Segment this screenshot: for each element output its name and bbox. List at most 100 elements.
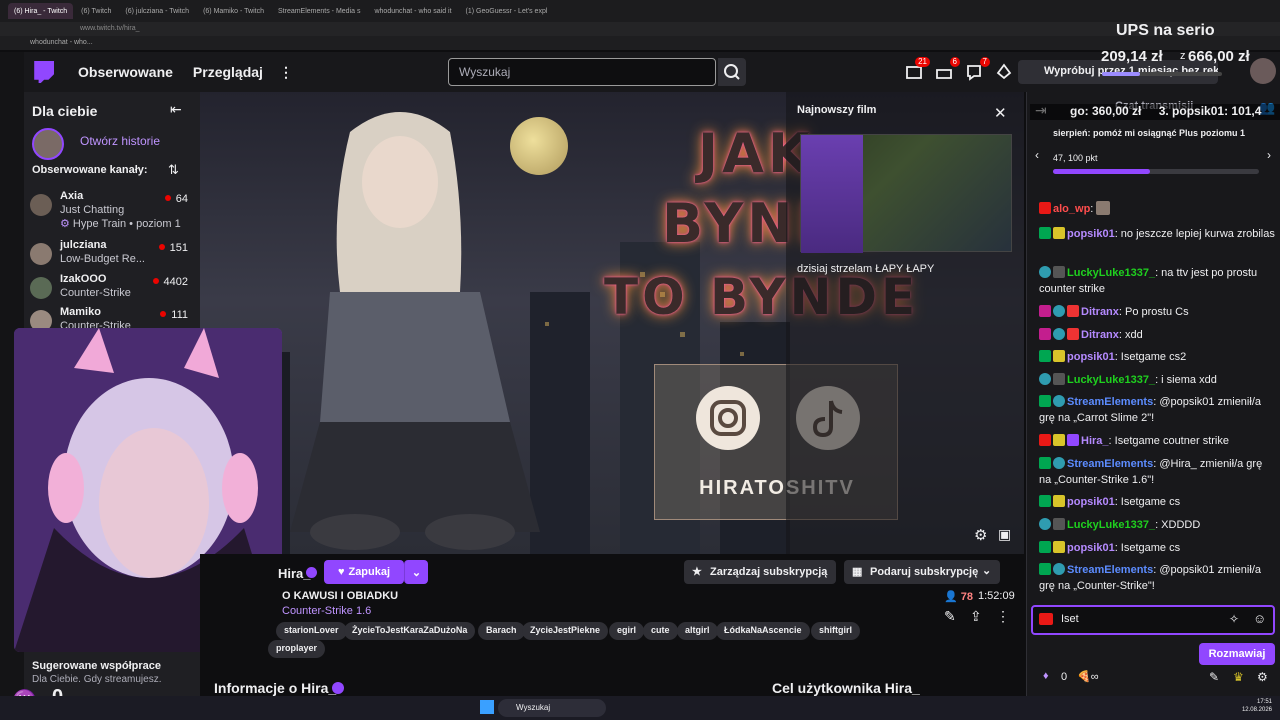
chat-message: popsik01: Isetgame cs2 [1039, 349, 1275, 365]
browser-tab[interactable]: StreamElements - Media s [272, 3, 366, 19]
drops-icon[interactable]: 6 [934, 57, 960, 82]
stream-tag[interactable]: ŁódkaNaAscencie [716, 622, 810, 640]
chevron-down-icon: ⌄ [411, 566, 422, 579]
overlay-target: 666,00 zł [1188, 48, 1250, 65]
gift-subscription-button[interactable]: ▦ Podaruj subskrypcję ⌄ [844, 560, 1000, 584]
stories-avatar[interactable] [32, 128, 64, 160]
community-goal-progress-bar [1053, 169, 1259, 174]
stream-tag[interactable]: starionLover [276, 622, 347, 640]
community-goal-progress-text: 47, 100 pkt [1053, 153, 1098, 163]
sidebar-item-julcziana[interactable]: julcziana Low-Budget Re... 151 [30, 237, 198, 271]
clock-date: 12.08.2026 [1241, 707, 1272, 713]
follow-label: Zapukaj [348, 566, 391, 578]
inbox-badge: 21 [915, 57, 930, 67]
chevron-down-icon: ⌄ [982, 565, 992, 577]
heart-icon: ♥ [337, 566, 345, 578]
follow-dropdown-button[interactable]: ⌄ [404, 560, 428, 584]
taskbar-search[interactable]: Wyszukaj [498, 699, 606, 717]
share-icon[interactable]: ⇪ [970, 608, 982, 625]
gift-subscription-label: Podaruj subskrypcję [870, 566, 979, 578]
viewer-count: 4402 [153, 276, 188, 288]
browser-tab[interactable]: (6) Mamiko - Twitch [197, 3, 270, 19]
viewer-count: 111 [160, 309, 188, 321]
thumbnail-webcam-area [801, 135, 863, 253]
follow-button[interactable]: ♥ Zapukaj [324, 560, 404, 584]
send-chat-button[interactable]: Rozmawiaj [1199, 643, 1275, 665]
carousel-prev-icon[interactable]: ‹ [1035, 148, 1039, 162]
browser-tab[interactable]: whodunchat - who said it [368, 3, 457, 19]
manage-subscription-button[interactable]: ★ Zarządzaj subskrypcją [684, 560, 836, 584]
nav-followed[interactable]: Obserwowane [78, 64, 173, 80]
sort-icon[interactable]: ⇅ [168, 162, 179, 178]
search-input[interactable]: Wyszukaj [448, 58, 716, 86]
settings-icon[interactable]: ⚙ [974, 526, 987, 544]
chat-message: StreamElements: @Hira_ zmienił/a grę na … [1039, 457, 1263, 486]
chat-input[interactable]: Iset ✧ ☺ [1031, 605, 1275, 635]
pin-icon[interactable]: ✎ [1209, 670, 1219, 684]
notifications-badge: 7 [979, 57, 990, 67]
latest-video-panel[interactable]: Najnowszy film ✕ dzisiaj strzelam ŁAPY Ł… [786, 92, 1024, 554]
nav-browse[interactable]: Przeglądaj [193, 64, 263, 80]
stream-tag[interactable]: egirl [609, 622, 645, 640]
gift-icon: ▦ [852, 566, 863, 578]
goal-heading: Cel użytkownika Hira_ [772, 680, 920, 696]
chat-settings-icon[interactable]: ⚙ [1257, 670, 1268, 684]
browser-tab[interactable]: (6) Twitch [75, 3, 117, 19]
latest-video-thumbnail[interactable] [800, 134, 1012, 253]
badge-icon[interactable] [1039, 613, 1053, 625]
open-stories-link[interactable]: Otwórz historie [80, 134, 160, 148]
stream-tag[interactable]: Barach [478, 622, 525, 640]
close-icon[interactable]: ✕ [994, 104, 1007, 122]
carousel-next-icon[interactable]: › [1267, 148, 1271, 162]
stream-tag[interactable]: ZycieJestPiekne [522, 622, 609, 640]
send-chat-label: Rozmawiaj [1208, 648, 1266, 660]
chat-message: LuckyLuke1337_: na ttv jest po prostu co… [1039, 266, 1258, 295]
instagram-icon [696, 386, 760, 450]
donation-goal-overlay: UPS na serio 209,14 zł z 666,00 zł [1080, 14, 1280, 94]
star-icon: ★ [692, 566, 702, 578]
drops-badge: 6 [949, 57, 960, 67]
browser-tab[interactable]: (1) GeoGuessr - Let's expl [460, 3, 554, 19]
sidebar-item-izakooo[interactable]: IzakOOO Counter-Strike 4402 [30, 271, 198, 305]
start-menu-icon[interactable] [480, 700, 494, 714]
suggested-collabs-title: Sugerowane współprace [32, 660, 161, 672]
latest-video-caption: dzisiaj strzelam ŁAPY ŁAPY [797, 263, 935, 275]
emote-image [1096, 201, 1111, 215]
notifications-icon[interactable]: 7 [964, 57, 990, 82]
edit-icon[interactable]: ✎ [944, 608, 956, 625]
channel-name: Axia [60, 190, 84, 202]
stream-tag[interactable]: cute [643, 622, 678, 640]
stream-tag[interactable]: ŻycieToJestKaraZaDużoNa [344, 622, 476, 640]
search-button[interactable] [718, 58, 746, 86]
browser-tab[interactable]: (6) Hira_ - Twitch [8, 3, 74, 19]
collapse-sidebar-icon[interactable]: ⇤ [170, 101, 182, 118]
bits-icon[interactable] [994, 62, 1014, 82]
twitch-logo-icon[interactable] [34, 61, 54, 83]
emote-picker-icon[interactable]: ☺ [1253, 611, 1266, 626]
browser-tab[interactable]: (6) julcziana - Twitch [119, 3, 195, 19]
trophy-icon[interactable]: ♛ [1233, 670, 1244, 684]
channel-points-icon[interactable]: ♦ [1043, 670, 1049, 682]
stream-tag[interactable]: shiftgirl [811, 622, 860, 640]
more-options-icon[interactable]: ⋮ [996, 608, 1010, 625]
channel-name: julcziana [60, 239, 107, 251]
effects-icon[interactable]: ✧ [1229, 612, 1239, 626]
stream-title: O KAWUSI I OBIADKU [282, 590, 399, 602]
windows-taskbar: Wyszukaj 17:51 12.08.2026 [0, 696, 1280, 720]
stream-game-link[interactable]: Counter-Strike 1.6 [282, 605, 371, 617]
chat-message: alo_wp: [1039, 201, 1275, 217]
chat-panel: ⇥ Czat transmisji 👥 ‹ sierpień: pomóż mi… [1026, 92, 1280, 720]
stream-tag[interactable]: altgirl [677, 622, 718, 640]
taskbar-search-label: Wyszukaj [516, 703, 551, 712]
inbox-icon[interactable]: 21 [904, 57, 930, 82]
verified-icon [332, 682, 344, 694]
stream-tag[interactable]: proplayer [268, 640, 326, 658]
chat-message: popsik01: Isetgame cs [1039, 540, 1275, 556]
video-player[interactable]: JAK BYNDE TO BYNDE HIRATOSHITV Najnowszy… [200, 92, 1024, 554]
theatre-mode-icon[interactable]: ▣ [998, 526, 1011, 543]
clock-time: 17:51 [1256, 699, 1272, 705]
sidebar-item-axia[interactable]: Axia Just Chatting 64 ⚙ Hype Train • poz… [30, 188, 198, 230]
more-menu-icon[interactable]: ⋮ [279, 64, 293, 81]
channel-game: Low-Budget Re... [60, 253, 145, 265]
pizza-icon: 🍕∞ [1077, 671, 1099, 683]
